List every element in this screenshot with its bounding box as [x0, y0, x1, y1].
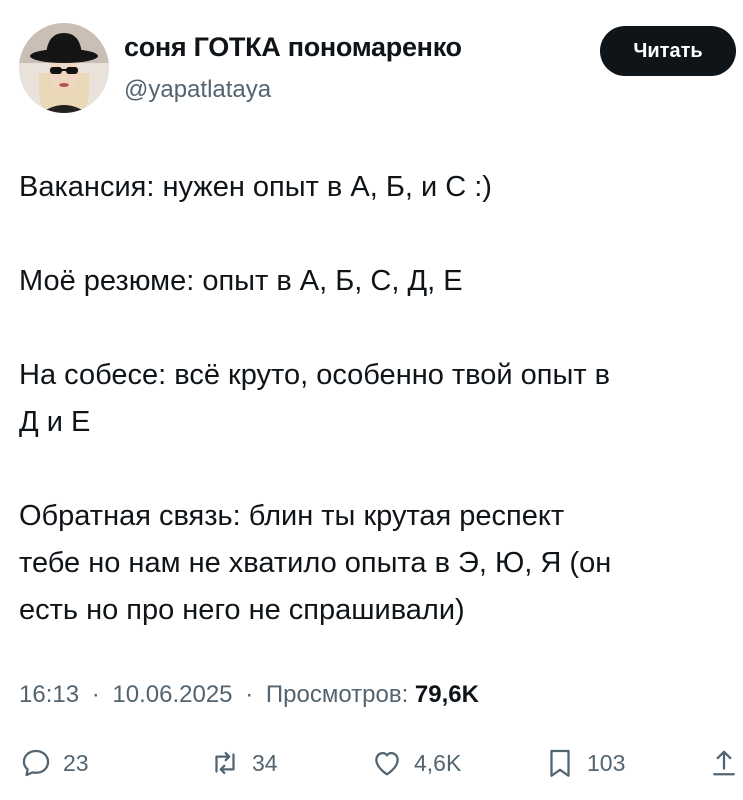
like-button[interactable]: 4,6K [370, 743, 461, 783]
tweet-paragraph: На собесе: всё круто, особенно твой опыт… [19, 352, 610, 446]
avatar[interactable] [19, 23, 109, 113]
bookmark-icon [550, 749, 570, 777]
tweet-paragraph: Вакансия: нужен опыт в А, Б, и С :) [19, 164, 492, 211]
share-button[interactable] [710, 743, 738, 783]
bookmark-button[interactable]: 103 [543, 743, 625, 783]
retweet-count: 34 [252, 749, 278, 776]
tweet-date[interactable]: 10.06.2025 [112, 681, 232, 708]
tweet-line: Вакансия: нужен опыт в А, Б, и С :) [19, 171, 492, 203]
reply-count: 23 [63, 749, 89, 776]
reply-icon [22, 749, 50, 777]
follow-button[interactable]: Читать [600, 26, 736, 76]
views-label: Просмотров: [265, 681, 409, 708]
like-count: 4,6K [414, 749, 462, 776]
tweet-line: есть но про него не спрашивали) [19, 594, 465, 626]
views-count: 79,6K [414, 681, 479, 708]
tweet-card: соня ГОТКА пономаренко @yapatlataya Чита… [0, 0, 743, 800]
tweet-time[interactable]: 16:13 [19, 681, 79, 708]
meta-separator: · [91, 681, 100, 708]
tweet-paragraph: Моё резюме: опыт в А, Б, С, Д, Е [19, 258, 463, 305]
tweet-line: На собесе: всё круто, особенно твой опыт… [19, 359, 611, 391]
share-icon [713, 750, 735, 776]
retweet-button[interactable]: 34 [208, 743, 278, 783]
tweet-line: Моё резюме: опыт в А, Б, С, Д, Е [19, 265, 463, 297]
tweet-paragraph: Обратная связь: блин ты крутая респект т… [19, 493, 611, 634]
avatar-photo-icon [19, 23, 109, 113]
reply-button[interactable]: 23 [19, 743, 89, 783]
author-handle[interactable]: @yapatlataya [124, 76, 271, 104]
retweet-icon [215, 751, 235, 775]
tweet-line: Обратная связь: блин ты крутая респект [19, 500, 565, 532]
author-display-name[interactable]: соня ГОТКА пономаренко [124, 32, 462, 63]
tweet-meta: 16:13 · 10.06.2025 · Просмотров: 79,6K [19, 681, 479, 709]
tweet-line: тебе но нам не хватило опыта в Э, Ю, Я (… [19, 547, 612, 579]
heart-icon [375, 751, 399, 776]
bookmark-count: 103 [587, 749, 626, 776]
meta-separator: · [245, 681, 254, 708]
tweet-line: Д и Е [19, 406, 91, 438]
